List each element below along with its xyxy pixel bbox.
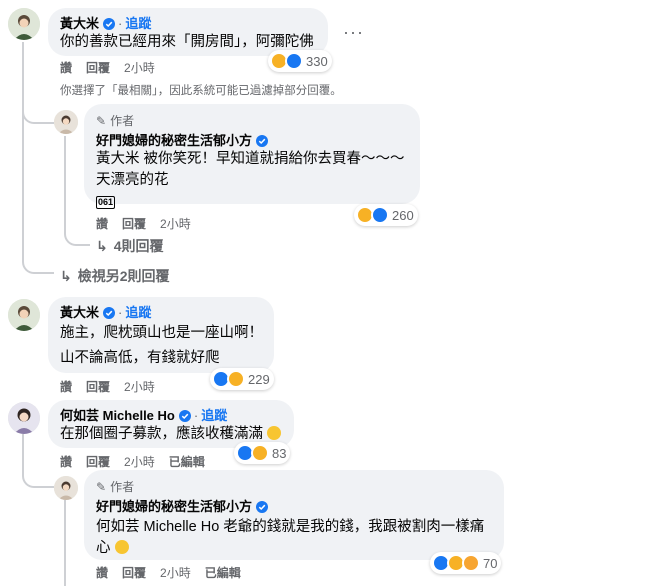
commenter-name[interactable]: 黃大米	[60, 16, 99, 32]
comment-actions: 讚 回覆 2小時	[96, 215, 205, 232]
avatar[interactable]	[54, 110, 78, 134]
commenter-name[interactable]: 好門媳婦的秘密生活郁小方	[96, 133, 252, 149]
comment-actions: 讚 回覆 2小時 已編輯	[96, 564, 255, 581]
comment-text-line: 天漂亮的花	[96, 172, 169, 188]
commenter-name[interactable]: 黃大米	[60, 305, 99, 321]
comment-bubble: 黃大米 · 追蹤 你的善款已經用來「開房間」，阿彌陀佛	[48, 8, 328, 56]
reaction-summary[interactable]: 70	[430, 552, 502, 574]
view-more-label: 檢視另2則回覆	[77, 268, 170, 284]
care-reaction-icon	[462, 554, 480, 572]
timestamp[interactable]: 2小時	[124, 378, 155, 395]
thread-line-reply	[22, 110, 54, 124]
separator-dot: ·	[193, 408, 199, 423]
reaction-count: 330	[306, 53, 328, 69]
reaction-count: 229	[248, 371, 270, 387]
like-button[interactable]: 讚	[60, 453, 72, 470]
avatar[interactable]	[8, 402, 40, 434]
thread-line-sub-2	[64, 500, 66, 586]
comment-bubble: 黃大米 · 追蹤 施主，爬枕頭山也是一座山啊！ 山不論高低，有錢就好爬	[48, 297, 274, 373]
verified-badge-icon	[256, 501, 269, 513]
comment-bubble: ✎ 作者 好門媳婦的秘密生活郁小方 何如芸 Michelle Ho 老爺的錢就是…	[84, 470, 504, 560]
verified-badge-icon	[256, 135, 269, 147]
avatar[interactable]	[54, 476, 78, 500]
verified-badge-icon	[103, 18, 116, 30]
reply-button[interactable]: 回覆	[86, 453, 110, 470]
commenter-name[interactable]: 何如芸 Michelle Ho	[60, 408, 175, 424]
commenter-name[interactable]: 好門媳婦的秘密生活郁小方	[96, 499, 252, 515]
author-pen-icon: ✎	[96, 479, 107, 494]
thread-line-main	[22, 42, 54, 274]
timestamp[interactable]: 2小時	[160, 215, 191, 232]
timestamp[interactable]: 2小時	[124, 453, 155, 470]
comment-actions: 讚 回覆 2小時	[60, 59, 169, 76]
follow-button[interactable]: 追蹤	[125, 16, 151, 32]
reply-arrow-icon: ↳	[96, 237, 108, 254]
like-reaction-icon	[371, 206, 389, 224]
comment-actions: 讚 回覆 2小時	[60, 378, 169, 395]
author-tag: ✎ 作者	[96, 478, 492, 495]
comment-text-line: 施主，爬枕頭山也是一座山啊！	[60, 325, 263, 341]
reaction-summary[interactable]: 330	[268, 50, 332, 72]
like-button[interactable]: 讚	[60, 378, 72, 395]
comment-actions: 讚 回覆 2小時 已編輯	[60, 453, 219, 470]
comment-text-line: 黃大米 被你笑死！早知道就捐給你去買春～～～	[96, 151, 405, 167]
reaction-count: 70	[483, 555, 498, 571]
like-button[interactable]: 讚	[96, 215, 108, 232]
comment-bubble: ✎ 作者 好門媳婦的秘密生活郁小方 黃大米 被你笑死！早知道就捐給你去買春～～～…	[84, 104, 420, 209]
more-options-icon[interactable]: ···	[343, 22, 364, 43]
verified-badge-icon	[103, 307, 116, 319]
reaction-summary[interactable]: 83	[234, 442, 291, 464]
comment-text-line: 何如芸 Michelle Ho 老爺的錢就是我的錢，我跟被割肉一樣痛	[96, 519, 485, 535]
comment-text-line: 山不論高低，有錢就好爬	[60, 350, 220, 366]
like-reaction-icon	[285, 52, 303, 70]
like-button[interactable]: 讚	[96, 564, 108, 581]
reaction-summary[interactable]: 229	[210, 368, 274, 390]
author-tag: ✎ 作者	[96, 112, 408, 129]
number-box-icon: 061	[96, 196, 116, 209]
comment-bubble: 何如芸 Michelle Ho · 追蹤 在那個圈子募款，應該收穫滿滿	[48, 400, 294, 448]
reaction-summary[interactable]: 260	[354, 204, 418, 226]
separator-dot: ·	[118, 305, 123, 320]
reaction-count: 260	[392, 207, 414, 223]
reply-button[interactable]: 回覆	[122, 215, 146, 232]
avatar[interactable]	[8, 299, 40, 331]
haha-reaction-icon	[251, 444, 269, 462]
reply-button[interactable]: 回覆	[122, 564, 146, 581]
verified-badge-icon	[178, 410, 191, 422]
author-pen-icon: ✎	[96, 113, 107, 128]
comment-text-body: 在那個圈子募款，應該收穫滿滿	[60, 426, 263, 442]
separator-dot: ·	[118, 16, 123, 31]
reply-button[interactable]: 回覆	[86, 378, 110, 395]
reply-arrow-icon: ↳	[60, 267, 72, 284]
reaction-count: 83	[272, 445, 287, 461]
timestamp[interactable]: 2小時	[124, 59, 155, 76]
timestamp[interactable]: 2小時	[160, 564, 191, 581]
comment-text-end: 心	[96, 540, 111, 556]
like-button[interactable]: 讚	[60, 59, 72, 76]
author-label: 作者	[110, 114, 135, 128]
avatar[interactable]	[8, 8, 40, 40]
grin-emoji-icon	[267, 426, 282, 440]
follow-button[interactable]: 追蹤	[125, 305, 151, 321]
author-label: 作者	[110, 480, 135, 494]
grin-emoji-icon	[114, 540, 129, 554]
filter-notice: 你選擇了「最相關」，因此系統可能已過濾掉部分回覆。	[60, 85, 342, 97]
more-replies-label: 4則回覆	[113, 238, 164, 254]
edited-label[interactable]: 已編輯	[169, 453, 205, 470]
follow-button[interactable]: 追蹤	[201, 408, 227, 424]
edited-label[interactable]: 已編輯	[205, 564, 241, 581]
more-replies-link[interactable]: ↳ 4則回覆	[96, 236, 164, 256]
view-more-replies-link[interactable]: ↳ 檢視另2則回覆	[60, 266, 170, 286]
reply-button[interactable]: 回覆	[86, 59, 110, 76]
haha-reaction-icon	[227, 370, 245, 388]
